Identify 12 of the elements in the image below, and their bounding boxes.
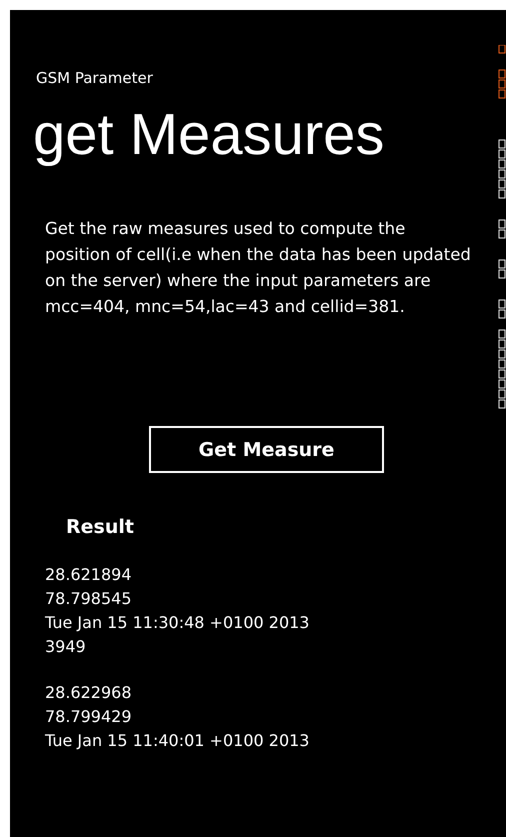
result-line: 78.798545 [45, 588, 133, 610]
result-line: 78.799429 [45, 706, 133, 728]
description-text: Get the raw measures used to compute the position of cell(i.e when the data has been updated on the server) where the input parameters are mcc=404, mnc=54,lac=43 and cellid=381. [45, 218, 472, 318]
result-line: 28.622968 [45, 682, 133, 704]
result-line: Tue Jan 15 11:30:48 +0100 2013 [45, 612, 310, 634]
get-measure-button[interactable]: Get Measure [149, 426, 384, 473]
page-title: get Measures [33, 101, 386, 169]
result-heading: Result [66, 515, 135, 540]
result-line: Tue Jan 15 11:40:01 +0100 2013 [45, 730, 310, 752]
result-line: 28.621894 [45, 564, 133, 586]
result-line: 3949 [45, 636, 87, 658]
app-title: GSM Parameter [36, 68, 154, 88]
